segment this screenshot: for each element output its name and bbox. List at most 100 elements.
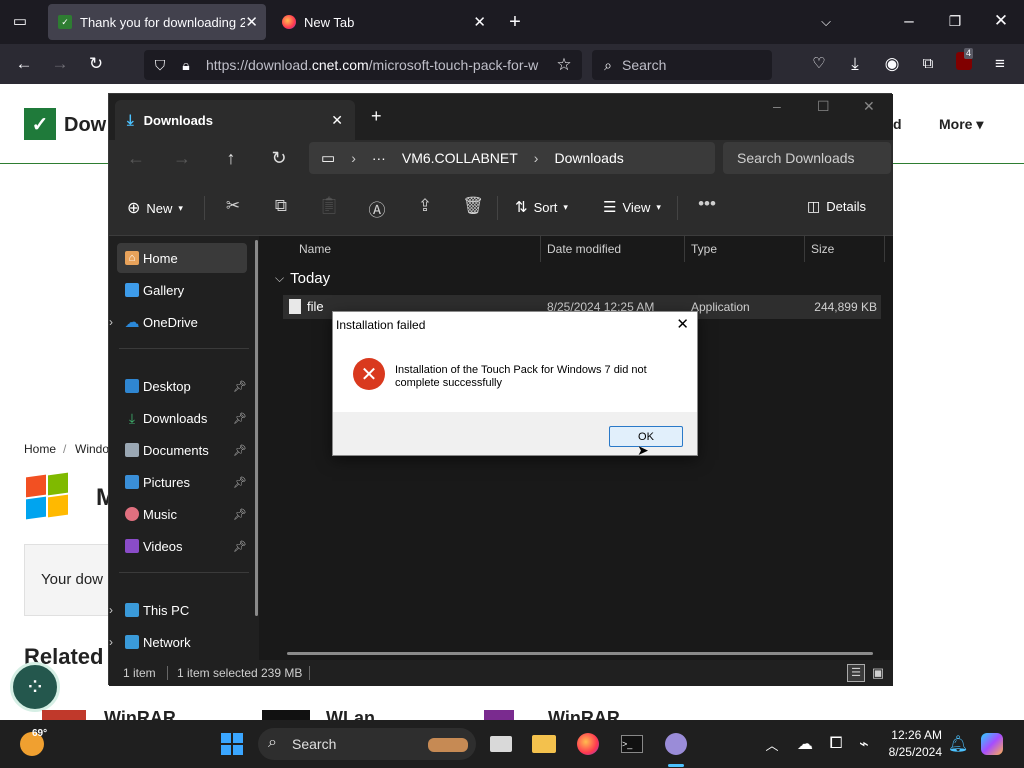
- breadcrumb-next[interactable]: Windo: [75, 442, 109, 456]
- share-icon[interactable]: ⇪: [413, 196, 437, 216]
- copy-icon[interactable]: ⧉: [269, 196, 293, 216]
- tab-cnet[interactable]: ✓ Thank you for downloading 20 ✕: [48, 4, 266, 40]
- new-button[interactable]: ⊕ New ▾: [127, 198, 183, 218]
- close-icon[interactable]: ✕: [676, 315, 689, 333]
- more-options-icon[interactable]: •••: [695, 194, 719, 214]
- column-name[interactable]: Name: [299, 242, 331, 256]
- column-type[interactable]: Type: [691, 242, 717, 256]
- tiles-view-icon[interactable]: ▣: [869, 664, 887, 682]
- column-separator[interactable]: [884, 236, 885, 262]
- tab-list-icon[interactable]: ▭: [8, 10, 32, 34]
- pin-icon[interactable]: 📌︎: [233, 380, 247, 393]
- pin-icon[interactable]: 📌︎: [233, 476, 247, 489]
- sidebar-item-home[interactable]: ⌂ Home: [117, 243, 247, 273]
- pin-icon[interactable]: 📌︎: [233, 540, 247, 553]
- display-icon[interactable]: ⧠: [824, 732, 848, 756]
- related-item-1[interactable]: WinRAR: [104, 708, 176, 720]
- menu-icon[interactable]: ≡: [988, 52, 1012, 76]
- view-button[interactable]: ☰ View ▾: [603, 198, 661, 216]
- start-windows-icon[interactable]: [220, 732, 244, 756]
- rename-icon[interactable]: Ⓐ: [365, 196, 389, 221]
- sidebar-scrollbar[interactable]: [255, 240, 258, 616]
- nav-more[interactable]: More ▾: [939, 116, 983, 133]
- breadcrumb[interactable]: ▭ › ··· VM6.COLLABNET › Downloads: [309, 142, 715, 174]
- copilot-icon[interactable]: [980, 732, 1004, 756]
- explorer-search-input[interactable]: Search Downloads: [723, 142, 891, 174]
- sidebar-item-gallery[interactable]: Gallery: [117, 275, 247, 305]
- column-date-modified[interactable]: Date modified: [547, 242, 621, 256]
- column-separator[interactable]: [684, 236, 685, 262]
- network-icon[interactable]: ⌁: [852, 732, 876, 756]
- new-tab-icon[interactable]: +: [503, 10, 527, 34]
- crumb-downloads[interactable]: Downloads: [554, 150, 623, 166]
- clock-time[interactable]: 12:26 AM: [884, 728, 942, 742]
- close-window-icon[interactable]: ✕: [863, 98, 875, 115]
- forward-icon[interactable]: →: [48, 52, 72, 76]
- details-view-icon[interactable]: ☰: [847, 664, 865, 682]
- new-tab-icon[interactable]: +: [371, 106, 382, 127]
- pin-icon[interactable]: 📌︎: [233, 412, 247, 425]
- pin-icon[interactable]: 📌︎: [233, 508, 247, 521]
- terminal-icon[interactable]: >_: [620, 732, 644, 756]
- close-tab-icon[interactable]: ✕: [245, 13, 258, 31]
- group-today[interactable]: ⌵ Today: [275, 270, 330, 287]
- sidebar-item-onedrive[interactable]: › ☁ OneDrive: [109, 307, 247, 337]
- column-size[interactable]: Size: [811, 242, 834, 256]
- paste-icon[interactable]: 📋︎: [317, 196, 341, 216]
- sidebar-item-music[interactable]: Music 📌︎: [117, 499, 247, 529]
- notification-bell-icon[interactable]: 🔔︎: [946, 732, 970, 756]
- lock-icon[interactable]: 🔒︎: [174, 53, 198, 77]
- pin-icon[interactable]: 📌︎: [233, 444, 247, 457]
- sidebar-item-network[interactable]: › Network: [109, 627, 247, 657]
- sidebar-item-this-pc[interactable]: › This PC: [109, 595, 247, 625]
- chevron-right-icon[interactable]: ›: [109, 603, 113, 617]
- minimize-icon[interactable]: –: [773, 98, 781, 114]
- related-item-3[interactable]: WinRAR: [548, 708, 620, 720]
- tab-new-tab[interactable]: New Tab ✕: [272, 4, 494, 40]
- back-icon[interactable]: ←: [123, 148, 149, 169]
- shield-icon[interactable]: ⛉: [148, 53, 172, 77]
- forward-icon[interactable]: →: [169, 148, 195, 169]
- sidebar-item-videos[interactable]: Videos 📌︎: [117, 531, 247, 561]
- close-window-icon[interactable]: ✕: [989, 9, 1013, 33]
- more-crumbs-icon[interactable]: ···: [372, 150, 386, 166]
- up-icon[interactable]: ↑: [218, 148, 244, 169]
- bookmark-star-icon[interactable]: ☆: [552, 53, 576, 77]
- url-bar[interactable]: ⛉ 🔒︎ https://download.cnet.com/microsoft…: [144, 50, 582, 80]
- task-view-icon[interactable]: [489, 732, 513, 756]
- breadcrumb-home[interactable]: Home: [24, 442, 56, 456]
- sidebar-item-downloads[interactable]: ⤓ Downloads 📌︎: [117, 403, 247, 433]
- cut-icon[interactable]: ✂: [221, 196, 245, 216]
- sidebar-item-documents[interactable]: Documents 📌︎: [117, 435, 247, 465]
- sidebar-item-pictures[interactable]: Pictures 📌︎: [117, 467, 247, 497]
- minimize-icon[interactable]: –: [897, 9, 921, 33]
- horizontal-scrollbar[interactable]: [287, 652, 873, 655]
- firefox-icon[interactable]: [576, 732, 600, 756]
- download-logo-icon[interactable]: ✓: [24, 108, 56, 140]
- nav-partial[interactable]: d: [893, 116, 902, 132]
- column-separator[interactable]: [540, 236, 541, 262]
- onedrive-icon[interactable]: ☁: [793, 732, 817, 756]
- crumb-vm6[interactable]: VM6.COLLABNET: [402, 150, 518, 166]
- restore-icon[interactable]: ❐: [943, 9, 967, 33]
- chevron-right-icon[interactable]: ›: [109, 635, 113, 649]
- maximize-icon[interactable]: ☐: [817, 98, 830, 115]
- show-hidden-icons-icon[interactable]: ︿: [760, 732, 784, 756]
- sort-button[interactable]: ⇅ Sort ▾: [515, 198, 568, 216]
- file-explorer-icon[interactable]: [532, 732, 556, 756]
- chevron-right-icon[interactable]: ›: [109, 315, 113, 329]
- sidebar-item-desktop[interactable]: Desktop 📌︎: [117, 371, 247, 401]
- cookie-settings-icon[interactable]: ⁘: [10, 662, 60, 712]
- reload-icon[interactable]: ↻: [84, 52, 108, 76]
- pocket-icon[interactable]: ♡: [807, 52, 831, 76]
- close-tab-icon[interactable]: ✕: [473, 13, 486, 31]
- refresh-icon[interactable]: ↻: [266, 148, 292, 169]
- downloads-icon[interactable]: ⤓: [843, 52, 867, 76]
- details-button[interactable]: ◫ Details: [807, 198, 866, 215]
- column-separator[interactable]: [804, 236, 805, 262]
- ublock-icon[interactable]: 4: [952, 48, 976, 77]
- explorer-tab-downloads[interactable]: ⤓ Downloads ✕: [115, 100, 355, 140]
- delete-icon[interactable]: 🗑︎: [461, 196, 485, 216]
- close-tab-icon[interactable]: ✕: [331, 112, 343, 129]
- list-all-tabs-icon[interactable]: ⌵: [814, 10, 838, 34]
